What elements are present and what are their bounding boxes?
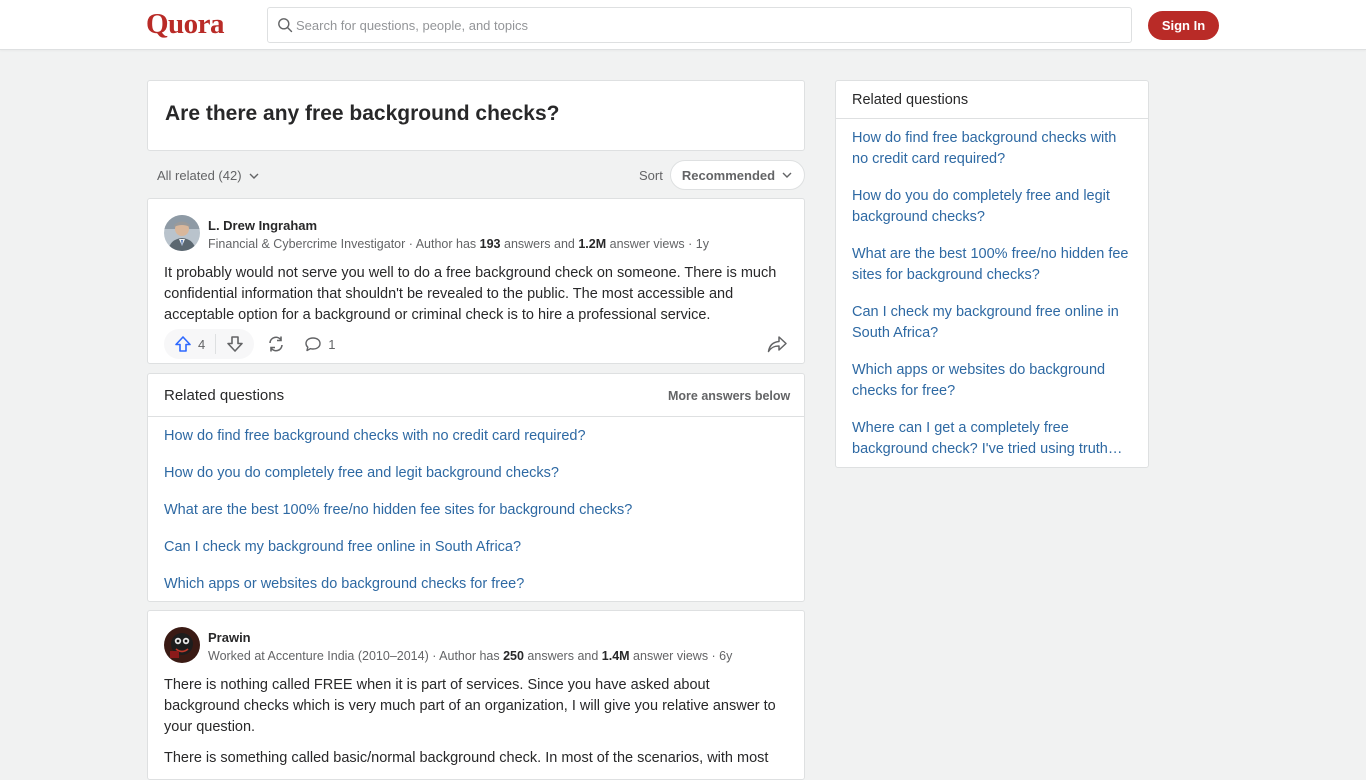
top-bar: Quora Sign In bbox=[0, 0, 1366, 50]
answer-card: Prawin Worked at Accenture India (2010–2… bbox=[147, 610, 805, 780]
related-questions-inline: Related questions More answers below How… bbox=[147, 373, 805, 602]
answers-count: 250 bbox=[503, 649, 524, 663]
sort-dropdown[interactable]: Recommended bbox=[670, 160, 805, 190]
upvote-count: 4 bbox=[198, 336, 206, 352]
sidebar-question-link[interactable]: How do you do completely free and legit … bbox=[852, 186, 1134, 244]
repost-icon bbox=[269, 336, 284, 352]
related-questions-title: Related questions bbox=[164, 387, 285, 404]
sidebar-question-link[interactable]: What are the best 100% free/no hidden fe… bbox=[852, 244, 1134, 302]
vote-pill: 4 bbox=[164, 329, 255, 359]
search-box[interactable] bbox=[267, 7, 1132, 43]
answer-text[interactable]: There is nothing called FREE when it is … bbox=[164, 675, 789, 779]
related-questions-list: How do find free background checks with … bbox=[164, 426, 632, 611]
related-question-link[interactable]: How do find free background checks with … bbox=[164, 426, 632, 463]
chevron-down-icon bbox=[782, 172, 792, 178]
sidebar-question-link[interactable]: Where can I get a completely free backgr… bbox=[852, 418, 1134, 476]
sidebar-questions-list: How do find free background checks with … bbox=[852, 128, 1134, 476]
related-question-link[interactable]: How do you do completely free and legit … bbox=[164, 463, 632, 500]
all-related-label: All related (42) bbox=[157, 168, 242, 183]
comment-count: 1 bbox=[328, 336, 336, 352]
share-button[interactable] bbox=[766, 333, 788, 358]
downvote-button[interactable] bbox=[216, 329, 254, 359]
avatar[interactable] bbox=[164, 627, 200, 663]
search-icon bbox=[278, 18, 293, 33]
answer-text[interactable]: It probably would not serve you well to … bbox=[164, 263, 789, 336]
upvote-icon bbox=[175, 336, 191, 352]
search-input[interactable] bbox=[296, 8, 1116, 42]
sidebar-question-link[interactable]: How do find free background checks with … bbox=[852, 128, 1134, 186]
quora-logo[interactable]: Quora bbox=[146, 8, 225, 41]
upvote-button[interactable]: 4 bbox=[164, 329, 215, 359]
sort-label: Sort bbox=[639, 168, 663, 183]
share-icon bbox=[767, 336, 787, 353]
sign-in-button[interactable]: Sign In bbox=[1148, 11, 1219, 40]
related-question-link[interactable]: Which apps or websites do background che… bbox=[164, 574, 632, 611]
avatar[interactable] bbox=[164, 215, 200, 251]
answer-card: L. Drew Ingraham Financial & Cybercrime … bbox=[147, 198, 805, 364]
answers-count: 193 bbox=[479, 237, 501, 251]
comment-button[interactable]: 1 bbox=[304, 329, 335, 359]
question-title: Are there any free background checks? bbox=[165, 102, 560, 125]
related-question-link[interactable]: What are the best 100% free/no hidden fe… bbox=[164, 500, 632, 537]
share-repost-button[interactable] bbox=[266, 329, 286, 359]
author-credential: Worked at Accenture India (2010–2014) · … bbox=[208, 649, 733, 663]
related-questions-sidebar: Related questions How do find free backg… bbox=[835, 80, 1149, 468]
answer-actions: 4 1 bbox=[164, 329, 335, 359]
comment-icon bbox=[305, 337, 321, 352]
sort-value: Recommended bbox=[681, 167, 776, 183]
related-question-link[interactable]: Can I check my background free online in… bbox=[164, 537, 632, 574]
author-credential: Financial & Cybercrime Investigator · Au… bbox=[208, 237, 709, 251]
downvote-icon bbox=[227, 336, 244, 352]
chevron-down-icon bbox=[249, 173, 259, 179]
views-count: 1.4M bbox=[601, 649, 630, 663]
sidebar-header: Related questions bbox=[836, 81, 1148, 119]
more-answers-below: More answers below bbox=[668, 389, 791, 403]
author-name[interactable]: L. Drew Ingraham bbox=[208, 218, 317, 233]
sidebar-title: Related questions bbox=[852, 92, 969, 108]
sidebar-question-link[interactable]: Can I check my background free online in… bbox=[852, 302, 1134, 360]
all-related-dropdown[interactable]: All related (42) bbox=[157, 168, 260, 183]
related-questions-header: Related questions More answers below bbox=[148, 374, 804, 417]
question-card: Are there any free background checks? bbox=[147, 80, 805, 151]
views-count: 1.2M bbox=[578, 237, 607, 251]
sidebar-question-link[interactable]: Which apps or websites do background che… bbox=[852, 360, 1134, 418]
author-name[interactable]: Prawin bbox=[208, 630, 251, 645]
